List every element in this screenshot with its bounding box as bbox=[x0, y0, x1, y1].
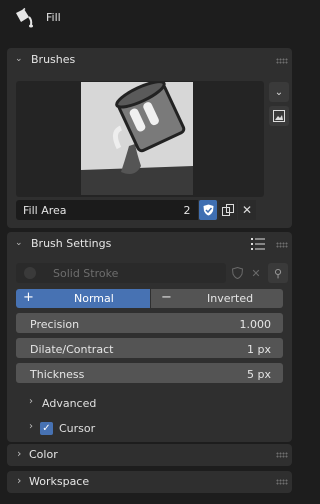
drag-grip-icon[interactable] bbox=[276, 242, 288, 248]
chevron-right-icon: › bbox=[29, 421, 33, 432]
color-panel-title: Color bbox=[29, 448, 58, 461]
shield-icon bbox=[231, 267, 243, 279]
mode-inverted-button[interactable]: − Inverted bbox=[151, 289, 283, 308]
unlink-brush-button[interactable]: ✕ bbox=[238, 200, 256, 220]
thickness-label: Thickness bbox=[30, 368, 85, 381]
list-menu-icon[interactable] bbox=[251, 237, 267, 251]
drag-grip-icon[interactable] bbox=[276, 479, 288, 485]
chevron-right-icon: › bbox=[29, 396, 33, 407]
close-icon: ✕ bbox=[241, 203, 253, 217]
brush-settings-panel: ⌄ Brush Settings Solid Stroke ✕ ⚲ + Norm… bbox=[7, 232, 292, 442]
brush-menu-button[interactable]: ⌄ bbox=[269, 82, 289, 102]
dilate-contract-label: Dilate/Contract bbox=[30, 343, 114, 356]
workspace-panel[interactable]: › Workspace bbox=[7, 471, 292, 493]
user-count: 2 bbox=[176, 200, 198, 220]
thickness-field[interactable]: Thickness 5 px bbox=[16, 363, 283, 383]
brush-settings-panel-title: Brush Settings bbox=[31, 237, 112, 250]
user-count-text: 2 bbox=[183, 204, 191, 217]
shield-icon bbox=[203, 204, 213, 216]
image-icon bbox=[273, 110, 285, 122]
chevron-down-icon: ⌄ bbox=[15, 54, 23, 64]
close-icon: ✕ bbox=[251, 266, 261, 280]
brushes-panel-title: Brushes bbox=[31, 53, 76, 66]
brushes-panel-header[interactable]: ⌄ Brushes bbox=[7, 48, 292, 72]
properties-header: Fill bbox=[0, 0, 299, 40]
workspace-panel-title: Workspace bbox=[29, 475, 90, 488]
brush-settings-panel-header[interactable]: ⌄ Brush Settings bbox=[7, 232, 292, 256]
chevron-right-icon: › bbox=[17, 447, 22, 460]
brush-preview-area[interactable] bbox=[16, 80, 264, 197]
color-panel[interactable]: › Color bbox=[7, 444, 292, 466]
drag-grip-icon[interactable] bbox=[276, 452, 288, 458]
fill-brush-illustration-icon bbox=[81, 80, 193, 195]
cursor-checkbox[interactable]: ✓ bbox=[40, 422, 53, 435]
mode-normal-label: Normal bbox=[74, 292, 114, 305]
paint-bucket-icon bbox=[12, 7, 36, 29]
clear-material-button[interactable]: ✕ bbox=[247, 263, 265, 283]
pin-material-button[interactable]: ⚲ bbox=[268, 263, 288, 283]
brush-name-field[interactable]: Fill Area bbox=[16, 200, 176, 220]
header-title: Fill bbox=[46, 11, 61, 24]
fake-user-material-button[interactable] bbox=[228, 263, 246, 283]
pin-icon: ⚲ bbox=[273, 266, 283, 280]
checkmark-icon: ✓ bbox=[42, 422, 51, 434]
precision-field[interactable]: Precision 1.000 bbox=[16, 313, 283, 333]
cursor-subpanel-header[interactable]: › ✓ Cursor bbox=[29, 420, 229, 438]
precision-label: Precision bbox=[30, 318, 80, 331]
minus-icon: − bbox=[161, 290, 172, 305]
advanced-subpanel-header[interactable]: › Advanced bbox=[29, 395, 229, 413]
material-selector[interactable]: Solid Stroke bbox=[16, 263, 226, 283]
brush-thumbnail[interactable] bbox=[81, 80, 193, 195]
dilate-contract-value: 1 px bbox=[247, 343, 271, 356]
material-sphere-icon bbox=[24, 267, 36, 279]
chevron-down-icon: ⌄ bbox=[274, 86, 284, 98]
chevron-right-icon: › bbox=[17, 474, 22, 487]
plus-icon: + bbox=[23, 290, 34, 305]
advanced-label: Advanced bbox=[42, 397, 97, 410]
thickness-value: 5 px bbox=[247, 368, 271, 381]
brushes-panel: ⌄ Brushes ⌄ Fill Area 2 ✕ bbox=[7, 48, 292, 228]
cursor-label: Cursor bbox=[59, 422, 96, 435]
brush-name-text: Fill Area bbox=[23, 204, 67, 217]
brush-image-button[interactable] bbox=[269, 106, 289, 126]
drag-grip-icon[interactable] bbox=[276, 58, 288, 64]
fake-user-button[interactable] bbox=[199, 200, 217, 220]
duplicate-icon bbox=[222, 204, 234, 216]
duplicate-brush-button[interactable] bbox=[219, 200, 237, 220]
mode-inverted-label: Inverted bbox=[207, 292, 254, 305]
dilate-contract-field[interactable]: Dilate/Contract 1 px bbox=[16, 338, 283, 358]
material-name-text: Solid Stroke bbox=[53, 267, 119, 280]
precision-value: 1.000 bbox=[239, 318, 272, 331]
mode-normal-button[interactable]: + Normal bbox=[16, 289, 150, 308]
chevron-down-icon: ⌄ bbox=[15, 238, 23, 248]
